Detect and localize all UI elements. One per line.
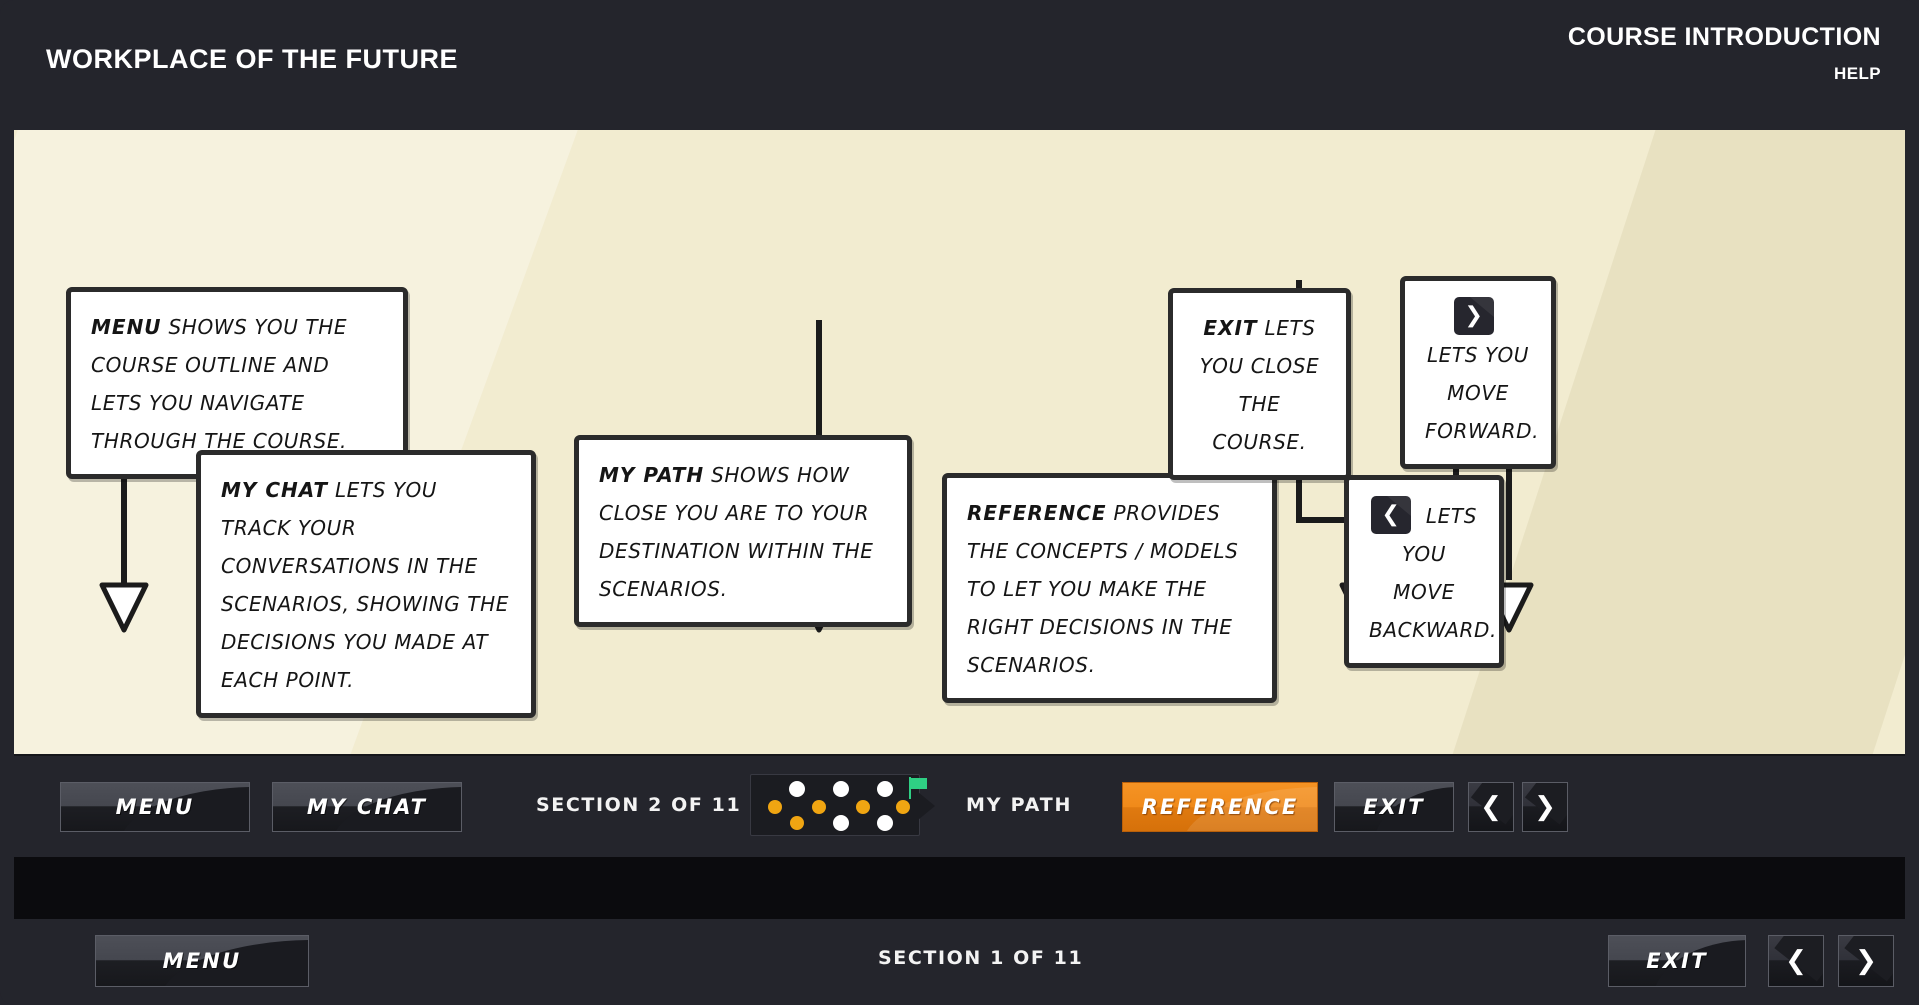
callout-backward-text: ❮ LETS YOU MOVE BACKWARD. bbox=[1369, 496, 1496, 649]
path-dot bbox=[833, 815, 849, 831]
callout-forward-text: ❯ LETS YOU MOVE FORWARD. bbox=[1425, 297, 1538, 450]
exit-button-label: EXIT bbox=[1363, 795, 1425, 819]
callout-my-chat: MY CHAT LETS YOU TRACK YOUR CONVERSATION… bbox=[196, 450, 536, 718]
path-dot bbox=[790, 816, 804, 830]
path-dot bbox=[833, 781, 849, 797]
chevron-left-icon: ❮ bbox=[1785, 946, 1807, 976]
menu-button-label: MENU bbox=[115, 795, 195, 819]
bottom-menu-button[interactable]: MENU bbox=[95, 935, 309, 987]
path-dot bbox=[812, 800, 826, 814]
goal-flag-icon bbox=[909, 777, 927, 799]
callout-my-path-term: MY PATH bbox=[599, 463, 705, 487]
next-button[interactable]: ❯ bbox=[1522, 782, 1568, 832]
chevron-left-icon: ❮ bbox=[1480, 792, 1502, 822]
section-indicator: SECTION 2 OF 11 bbox=[536, 794, 742, 816]
callout-exit: EXIT LETS YOU CLOSE THE COURSE. bbox=[1168, 288, 1351, 480]
callout-backward: ❮ LETS YOU MOVE BACKWARD. bbox=[1344, 475, 1504, 668]
my-path-label: MY PATH bbox=[966, 794, 1073, 816]
host-bottom-bar: MENU SECTION 1 OF 11 EXIT ❮ ❯ bbox=[0, 919, 1919, 1005]
chevron-right-icon: ❯ bbox=[1454, 297, 1494, 335]
header-right-group: COURSE INTRODUCTION HELP bbox=[1568, 22, 1881, 84]
callout-my-chat-text: MY CHAT LETS YOU TRACK YOUR CONVERSATION… bbox=[221, 471, 511, 699]
callout-menu-text: MENU SHOWS YOU THE COURSE OUTLINE AND LE… bbox=[91, 308, 383, 460]
path-dot bbox=[877, 781, 893, 797]
my-path-widget[interactable] bbox=[750, 774, 935, 836]
callout-reference-text: REFERENCE PROVIDES THE CONCEPTS / MODELS… bbox=[967, 494, 1252, 684]
path-dot bbox=[896, 800, 910, 814]
player-toolbar: MENU MY CHAT SECTION 2 OF 11 MY PATH REF… bbox=[14, 754, 1905, 857]
chevron-left-icon: ❮ bbox=[1370, 496, 1411, 534]
course-player-window: WORKPLACE OF THE FUTURE COURSE INTRODUCT… bbox=[0, 0, 1919, 1005]
bottom-next-button[interactable]: ❯ bbox=[1838, 935, 1894, 987]
reference-button-label: REFERENCE bbox=[1141, 795, 1299, 819]
page-title: WORKPLACE OF THE FUTURE bbox=[46, 44, 458, 74]
header-bar: WORKPLACE OF THE FUTURE COURSE INTRODUCT… bbox=[0, 0, 1919, 130]
bottom-menu-button-label: MENU bbox=[162, 949, 242, 973]
path-dot bbox=[768, 800, 782, 814]
callout-reference-term: REFERENCE bbox=[967, 501, 1107, 525]
bottom-previous-button[interactable]: ❮ bbox=[1768, 935, 1824, 987]
my-chat-button[interactable]: MY CHAT bbox=[272, 782, 462, 832]
path-dot bbox=[789, 781, 805, 797]
callout-exit-text: EXIT LETS YOU CLOSE THE COURSE. bbox=[1193, 309, 1326, 461]
callout-exit-term: EXIT bbox=[1203, 316, 1258, 340]
section-title: COURSE INTRODUCTION bbox=[1567, 23, 1881, 51]
callout-forward-body: LETS YOU MOVE FORWARD. bbox=[1425, 343, 1540, 443]
callout-reference-body: PROVIDES THE CONCEPTS / MODELS TO LET YO… bbox=[967, 501, 1239, 677]
callout-my-path-text: MY PATH SHOWS HOW CLOSE YOU ARE TO YOUR … bbox=[599, 456, 887, 608]
callout-my-chat-term: MY CHAT bbox=[221, 478, 328, 502]
callout-my-chat-body: LETS YOU TRACK YOUR CONVERSATIONS IN THE… bbox=[221, 478, 509, 692]
help-link[interactable]: HELP bbox=[1568, 64, 1881, 84]
callout-menu-term: MENU bbox=[91, 315, 162, 339]
exit-button[interactable]: EXIT bbox=[1334, 782, 1454, 832]
path-dot bbox=[877, 815, 893, 831]
path-dot bbox=[856, 800, 870, 814]
previous-button[interactable]: ❮ bbox=[1468, 782, 1514, 832]
my-chat-button-label: MY CHAT bbox=[306, 795, 428, 819]
bottom-section-indicator: SECTION 1 OF 11 bbox=[878, 947, 1084, 969]
bottom-exit-button-label: EXIT bbox=[1646, 949, 1708, 973]
bottom-exit-button[interactable]: EXIT bbox=[1608, 935, 1746, 987]
menu-button[interactable]: MENU bbox=[60, 782, 250, 832]
chevron-right-icon: ❯ bbox=[1534, 792, 1556, 822]
callout-forward: ❯ LETS YOU MOVE FORWARD. bbox=[1400, 276, 1556, 469]
chevron-right-icon: ❯ bbox=[1855, 946, 1877, 976]
callout-reference: REFERENCE PROVIDES THE CONCEPTS / MODELS… bbox=[942, 473, 1277, 703]
content-stage: MENU SHOWS YOU THE COURSE OUTLINE AND LE… bbox=[14, 130, 1905, 760]
reference-button[interactable]: REFERENCE bbox=[1122, 782, 1318, 832]
callout-my-path: MY PATH SHOWS HOW CLOSE YOU ARE TO YOUR … bbox=[574, 435, 912, 627]
toolbar-lower-strip bbox=[14, 857, 1905, 919]
